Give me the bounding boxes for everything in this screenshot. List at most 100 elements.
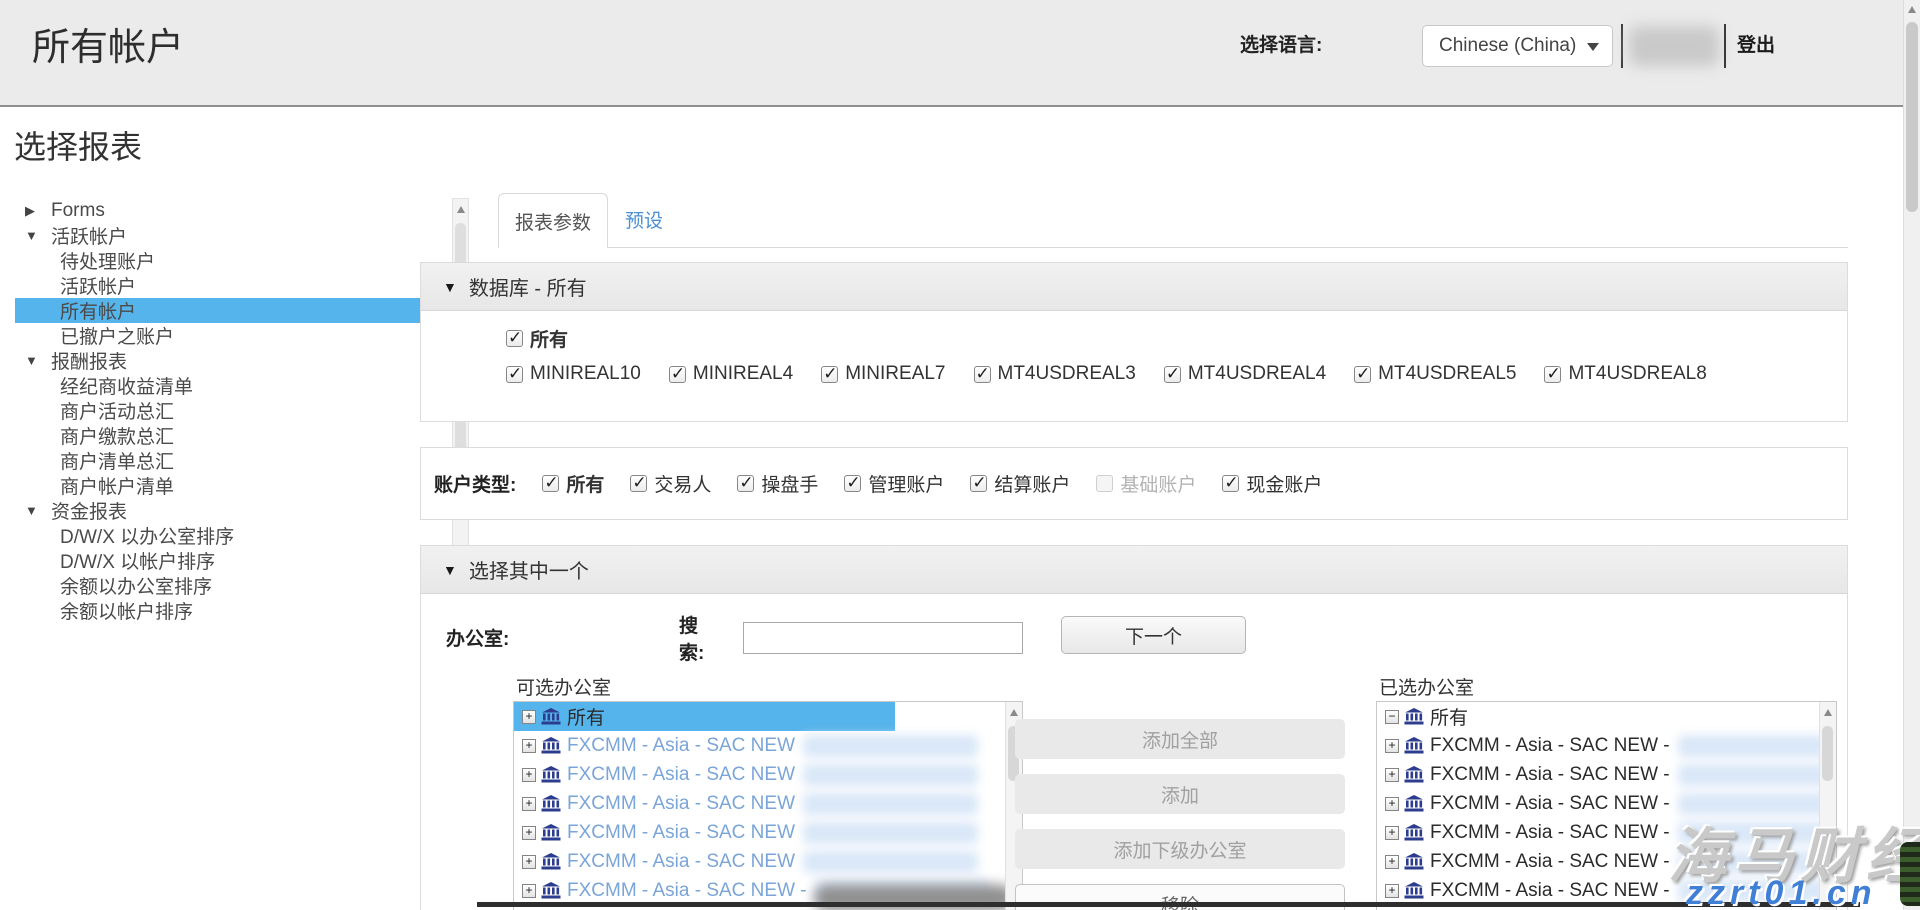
office-tree-row[interactable]: + FXCMM - Asia - SAC NEW (514, 731, 1022, 760)
tree-expander-icon[interactable]: + (522, 710, 536, 724)
tree-arrow-icon[interactable] (25, 503, 51, 518)
sidebar-item[interactable]: D/W/X 以办公室排序 (15, 523, 452, 548)
office-label: FXCMM - Asia - SAC NEW (567, 793, 795, 815)
sidebar-item[interactable]: 待处理账户 (15, 248, 452, 273)
checkbox-option[interactable]: MT4USDREAL8 (1544, 363, 1706, 385)
checkbox-option[interactable]: MT4USDREAL5 (1354, 363, 1516, 385)
checkbox[interactable] (821, 366, 838, 383)
tab-presets[interactable]: 预设 (625, 206, 663, 233)
redaction-blur (1678, 764, 1836, 786)
tree-expander-icon[interactable]: + (522, 884, 536, 898)
office-panel-title: 选择其中一个 (469, 555, 589, 584)
sidebar-item[interactable]: 报酬报表 (15, 348, 452, 373)
page-scrollbar[interactable] (1903, 0, 1920, 910)
tree-expander-icon[interactable]: + (1385, 884, 1399, 898)
checkbox[interactable] (844, 475, 861, 492)
checkbox[interactable] (669, 366, 686, 383)
database-panel-header[interactable]: ▼ 数据库 - 所有 (421, 263, 1847, 311)
sidebar-item[interactable]: 资金报表 (15, 498, 452, 523)
checkbox-label: MT4USDREAL8 (1568, 363, 1706, 385)
transfer-button[interactable]: 添加全部 (1015, 719, 1345, 759)
checkbox[interactable] (1222, 475, 1239, 492)
checkbox-option[interactable]: MT4USDREAL4 (1164, 363, 1326, 385)
tab-report-params[interactable]: 报表参数 (498, 193, 608, 248)
checkbox[interactable] (737, 475, 754, 492)
logout-link[interactable]: 登出 (1737, 30, 1775, 57)
checkbox-option[interactable]: 交易人 (630, 470, 711, 497)
tree-expander-icon[interactable]: + (1385, 826, 1399, 840)
checkbox-option[interactable]: 结算账户 (970, 470, 1070, 497)
office-tree-row[interactable]: − 所有 (1377, 702, 1836, 731)
sidebar-item[interactable]: 商户活动总汇 (15, 398, 452, 423)
scroll-up-icon[interactable] (1908, 6, 1916, 13)
checkbox[interactable] (630, 475, 647, 492)
checkbox[interactable] (1544, 366, 1561, 383)
sidebar-item[interactable]: 商户清单总汇 (15, 448, 452, 473)
checkbox-option[interactable]: 现金账户 (1222, 470, 1322, 497)
checkbox[interactable] (506, 330, 523, 347)
sidebar-item[interactable]: 余额以帐户排序 (15, 598, 452, 623)
sidebar-item[interactable]: 所有帐户 (15, 298, 452, 323)
tree-expander-icon[interactable]: + (1385, 855, 1399, 869)
scroll-up-icon[interactable] (457, 206, 465, 213)
checkbox-option[interactable]: MINIREAL7 (821, 363, 945, 385)
sidebar-item[interactable]: 经纪商收益清单 (15, 373, 452, 398)
sidebar-item[interactable]: 商户帐户清单 (15, 473, 452, 498)
sidebar-item[interactable]: 已撤户之账户 (15, 323, 452, 348)
sidebar-item[interactable]: D/W/X 以帐户排序 (15, 548, 452, 573)
tree-expander-icon[interactable]: + (522, 826, 536, 840)
checkbox-option[interactable]: 基础账户 (1096, 470, 1196, 497)
checkbox-option[interactable]: MINIREAL4 (669, 363, 793, 385)
office-panel-header[interactable]: ▼ 选择其中一个 (421, 546, 1847, 594)
sidebar-item[interactable]: 余额以办公室排序 (15, 573, 452, 598)
section-heading: 选择报表 (14, 122, 142, 168)
tree-expander-icon[interactable]: + (522, 855, 536, 869)
checkbox-option[interactable]: 所有 (506, 325, 568, 352)
tree-expander-icon[interactable]: − (1385, 710, 1399, 724)
transfer-button[interactable]: 添加下级办公室 (1015, 829, 1345, 869)
office-tree-row[interactable]: + FXCMM - Asia - SAC NEW - (1377, 731, 1836, 760)
tree-arrow-icon[interactable] (25, 228, 51, 243)
scrollbar-thumb[interactable] (1822, 726, 1833, 781)
tree-expander-icon[interactable]: + (522, 768, 536, 782)
office-tree-row[interactable]: + 所有 (514, 702, 1022, 731)
checkbox-option[interactable]: MT4USDREAL3 (974, 363, 1136, 385)
checkbox-option[interactable]: MINIREAL10 (506, 363, 641, 385)
checkbox-option[interactable]: 所有 (542, 470, 604, 497)
sidebar-item[interactable]: Forms (15, 198, 452, 223)
checkbox[interactable] (1164, 366, 1181, 383)
checkbox[interactable] (542, 475, 559, 492)
checkbox-option[interactable]: 管理账户 (844, 470, 944, 497)
tree-expander-icon[interactable]: + (1385, 797, 1399, 811)
checkbox[interactable] (1096, 475, 1113, 492)
scrollbar-thumb[interactable] (1906, 22, 1918, 212)
sidebar-item[interactable]: 活跃帐户 (15, 223, 452, 248)
tree-expander-icon[interactable]: + (1385, 768, 1399, 782)
scroll-up-icon[interactable] (1824, 709, 1832, 716)
tree-expander-icon[interactable]: + (522, 739, 536, 753)
tree-expander-icon[interactable]: + (1385, 739, 1399, 753)
office-tree-row[interactable]: + FXCMM - Asia - SAC NEW (514, 789, 1022, 818)
office-tree-row[interactable]: + FXCMM - Asia - SAC NEW - (1377, 760, 1836, 789)
language-select[interactable]: Chinese (China) (1422, 25, 1613, 67)
checkbox-option[interactable]: 操盘手 (737, 470, 818, 497)
office-tree-row[interactable]: + FXCMM - Asia - SAC NEW (514, 847, 1022, 876)
checkbox-label: 交易人 (654, 470, 711, 497)
checkbox-label: MT4USDREAL3 (998, 363, 1136, 385)
next-button[interactable]: 下一个 (1061, 616, 1246, 654)
sidebar-item[interactable]: 商户缴款总汇 (15, 423, 452, 448)
tree-expander-icon[interactable]: + (522, 797, 536, 811)
office-tree-row[interactable]: + FXCMM - Asia - SAC NEW (514, 760, 1022, 789)
office-label: FXCMM - Asia - SAC NEW (567, 735, 795, 757)
checkbox[interactable] (974, 366, 991, 383)
checkbox[interactable] (506, 366, 523, 383)
sidebar-item[interactable]: 活跃帐户 (15, 273, 452, 298)
office-tree-row[interactable]: + FXCMM - Asia - SAC NEW (514, 818, 1022, 847)
search-input[interactable] (743, 622, 1023, 654)
checkbox[interactable] (970, 475, 987, 492)
scroll-up-icon[interactable] (1010, 709, 1018, 716)
transfer-button[interactable]: 添加 (1015, 774, 1345, 814)
checkbox[interactable] (1354, 366, 1371, 383)
tree-arrow-icon[interactable] (25, 353, 51, 368)
tree-arrow-icon[interactable] (25, 203, 51, 219)
